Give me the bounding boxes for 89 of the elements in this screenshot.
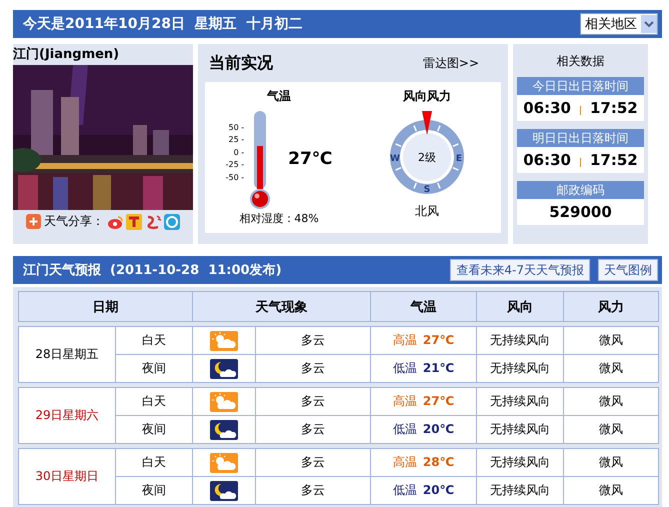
weather-cell: 多云 (256, 416, 370, 444)
share-service-icon (107, 214, 123, 230)
period-cell: 白天 (116, 326, 192, 354)
wind-force-cell: 微风 (564, 354, 658, 382)
weather-cell: 多云 (256, 354, 370, 382)
period-cell: 白天 (116, 388, 192, 416)
moon-cloud-icon (210, 358, 238, 378)
weather-cell: 多云 (256, 326, 370, 354)
sun-cloud-icon (210, 330, 238, 350)
temperature-value: 27℃ (422, 333, 454, 347)
compass-letter: E (456, 154, 462, 164)
sun-cloud-icon (210, 452, 238, 472)
moon-cloud-icon (210, 480, 238, 500)
period-cell: 夜间 (116, 354, 192, 382)
period-cell: 夜间 (116, 416, 192, 444)
radar-link[interactable]: 雷达图>> (422, 54, 479, 72)
weather-cell: 多云 (256, 448, 370, 476)
data-value: 06:30 (523, 151, 571, 169)
needle-icon (422, 111, 432, 135)
column-header: 天气现象 (192, 292, 370, 322)
scale-label: -50 - (226, 172, 244, 184)
data-value: 529000 (549, 203, 612, 221)
data-value: 06:30 (523, 99, 571, 117)
wind-force-cell: 微风 (564, 416, 658, 444)
wind-direction-cell: 无持续风向 (476, 448, 564, 476)
temperature-label: 低温 (392, 361, 417, 375)
date-cell: 29日星期六 (18, 388, 116, 444)
temperature-label: 高温 (392, 455, 417, 469)
period-cell: 白天 (116, 448, 192, 476)
compass-letter: S (424, 185, 430, 195)
wind-direction-cell: 无持续风向 (476, 354, 564, 382)
share-service-icon (164, 214, 180, 230)
column-header: 日期 (18, 292, 192, 322)
region-dropdown[interactable]: 相关地区 (580, 13, 658, 35)
temperature-value: 28℃ (422, 455, 454, 469)
temperature-value: 21℃ (422, 361, 454, 375)
temperature-value: 20℃ (422, 483, 454, 497)
scale-label: 25 - (228, 134, 244, 146)
weather-cell: 多云 (256, 388, 370, 416)
wind-force-cell: 微风 (564, 476, 658, 504)
wind-direction-cell: 无持续风向 (476, 476, 564, 504)
temperature-label: 高温 (392, 333, 417, 347)
temperature-label: 低温 (392, 483, 417, 497)
wind-direction-cell: 无持续风向 (476, 388, 564, 416)
scale-label: 0 - (232, 146, 244, 159)
column-header: 风力 (564, 292, 658, 322)
card-title: 气温 (267, 88, 291, 105)
period-cell: 夜间 (116, 476, 192, 504)
date-cell: 30日星期日 (18, 448, 116, 504)
temperature-reading: 27℃ (288, 149, 332, 169)
wind-direction: 北风 (415, 203, 439, 220)
sun-cloud-icon (210, 392, 238, 412)
data-value: 17:52 (590, 99, 638, 117)
scale-label: -25 - (226, 159, 244, 172)
forecast-button[interactable]: 天气图例 (598, 259, 658, 281)
humidity-text: 相对湿度：48% (239, 211, 319, 226)
section-title: 当前实况 (209, 52, 273, 74)
scale-label: 50 - (228, 122, 244, 134)
share-service-icon (145, 214, 161, 230)
weather-cell: 多云 (256, 476, 370, 504)
forecast-button[interactable]: 查看未来4-7天天气预报 (450, 259, 590, 281)
temperature-label: 高温 (392, 394, 417, 408)
temperature-value: 27℃ (422, 394, 454, 408)
section-title: 江门天气预报 (2011-10-28 11:00发布) (23, 262, 283, 279)
panel-title: 相关数据 (556, 53, 606, 70)
wind-direction-cell: 无持续风向 (476, 416, 564, 444)
temperature-label: 低温 (392, 422, 417, 436)
page-title: 今天是2011年10月28日 星期五 十月初二 (23, 15, 302, 33)
wind-force-cell: 微风 (564, 326, 658, 354)
moon-cloud-icon (210, 420, 238, 440)
caret-icon (644, 20, 654, 28)
column-header: 气温 (370, 292, 476, 322)
wind-force-cell: 微风 (564, 388, 658, 416)
temperature-value: 20℃ (422, 422, 454, 436)
data-heading: 今日日出日落时间 (517, 77, 644, 95)
data-heading: 明日日出日落时间 (517, 129, 644, 147)
data-value: 17:52 (590, 151, 638, 169)
plus-icon (26, 214, 41, 229)
wind-force-cell: 微风 (564, 448, 658, 476)
share-label: 天气分享： (44, 213, 104, 230)
compass-letter: W (390, 154, 400, 164)
wind-direction-cell: 无持续风向 (476, 326, 564, 354)
date-cell: 28日星期五 (18, 326, 116, 382)
column-header: 风向 (476, 292, 564, 322)
wind-force: 2级 (418, 151, 436, 164)
data-heading: 邮政编码 (517, 181, 644, 199)
city-name: 江门(Jiangmen) (13, 46, 120, 64)
share-service-icon (126, 214, 142, 230)
card-title: 风向风力 (403, 88, 451, 105)
